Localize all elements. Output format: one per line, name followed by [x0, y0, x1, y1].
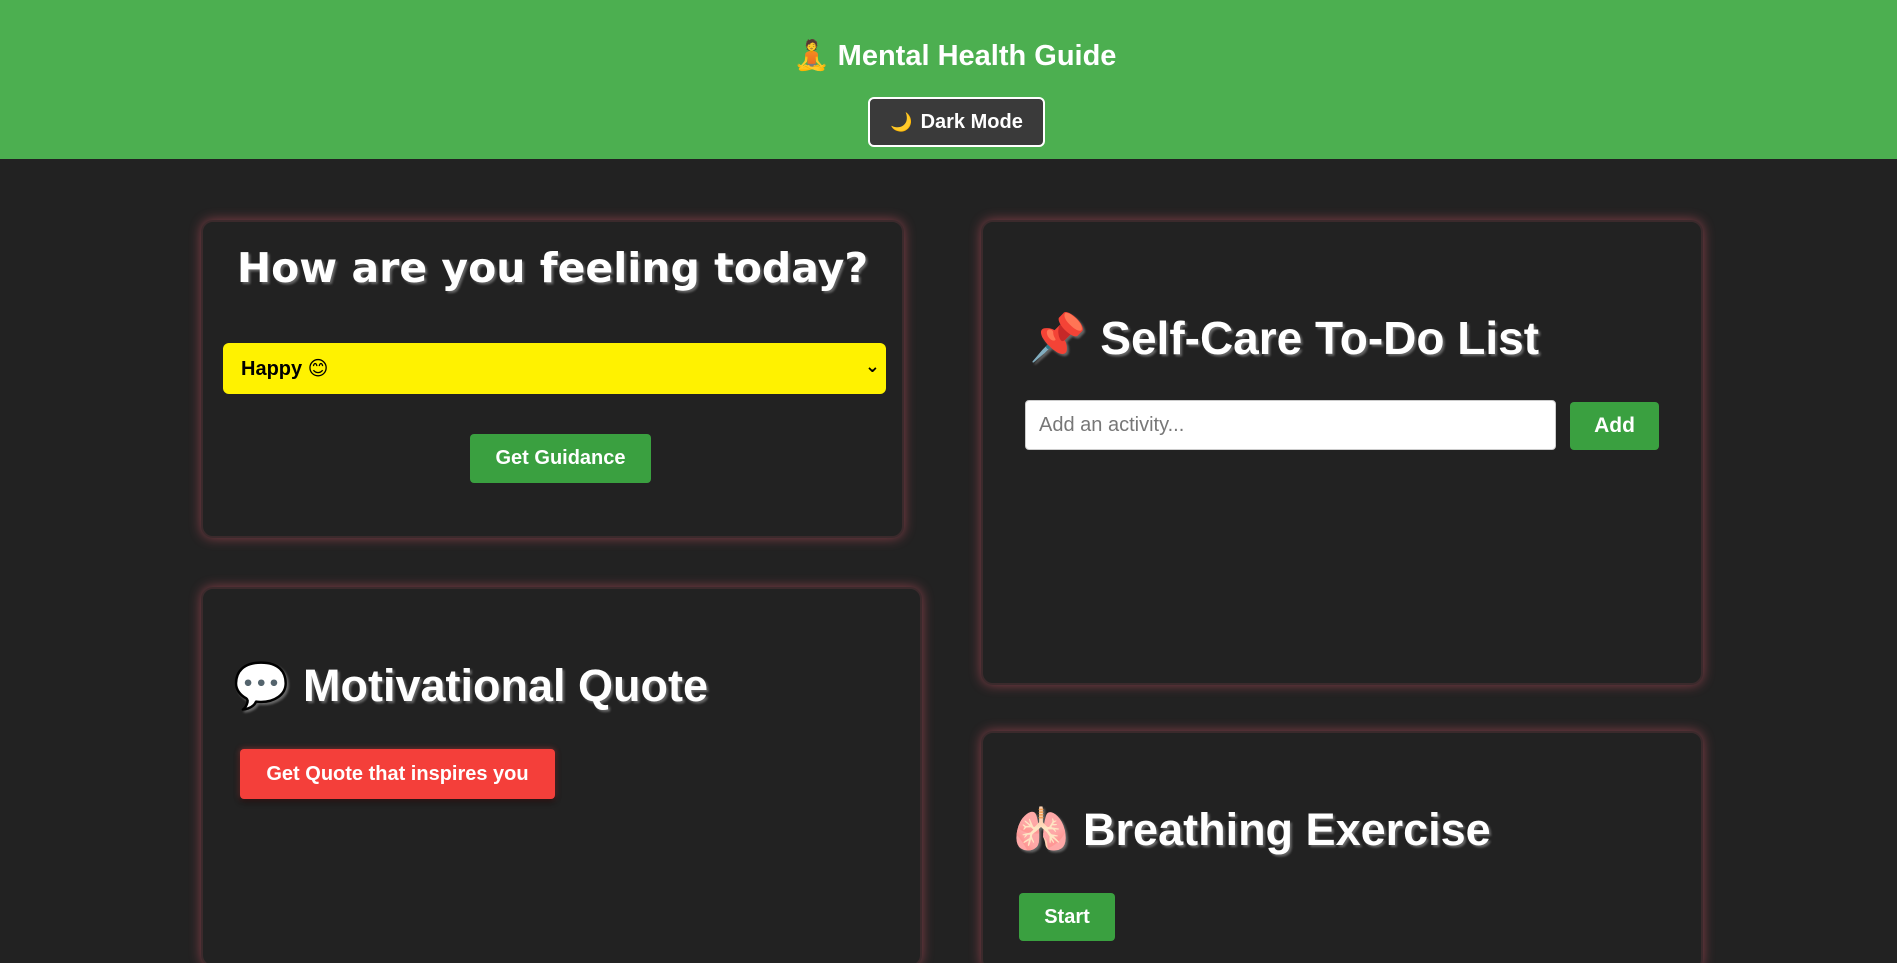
dark-mode-label: Dark Mode [920, 110, 1023, 133]
chevron-down-icon: ⌄ [864, 356, 880, 376]
quote-card: 💬 Motivational Quote Get Quote that insp… [201, 587, 922, 963]
todo-card: 📌 Self-Care To-Do List Add an activity..… [981, 220, 1703, 685]
app-header: 🧘 Mental Health Guide 🌙 Dark Mode [0, 0, 1897, 159]
lungs-icon: 🫁 [1013, 803, 1070, 856]
add-activity-button[interactable]: Add [1570, 402, 1659, 450]
todo-heading: 📌 Self-Care To-Do List [1029, 310, 1539, 365]
mood-heading: How are you feeling today? [236, 244, 869, 292]
breathing-card: 🫁 Breathing Exercise Start [981, 731, 1703, 963]
moon-icon: 🌙 [890, 111, 913, 133]
breathing-heading-text: Breathing Exercise [1083, 803, 1491, 855]
start-breathing-button[interactable]: Start [1019, 893, 1115, 941]
page-title-text: Mental Health Guide [837, 40, 1117, 72]
mood-select[interactable]: Happy 😊 ⌄ [223, 343, 886, 394]
meditation-icon: 🧘 [793, 38, 830, 72]
quote-heading-text: Motivational Quote [303, 659, 709, 711]
todo-heading-text: Self-Care To-Do List [1100, 311, 1540, 364]
activity-input[interactable]: Add an activity... [1025, 400, 1556, 450]
quote-heading: 💬 Motivational Quote [233, 659, 708, 712]
page-title: 🧘 Mental Health Guide [0, 38, 1897, 73]
dark-mode-toggle-button[interactable]: 🌙 Dark Mode [868, 97, 1045, 147]
speech-bubble-icon: 💬 [233, 659, 290, 712]
pushpin-icon: 📌 [1029, 310, 1087, 364]
get-guidance-button[interactable]: Get Guidance [470, 434, 651, 483]
get-quote-button[interactable]: Get Quote that inspires you [240, 749, 555, 799]
mood-card: How are you feeling today? Happy 😊 ⌄ Get… [201, 220, 904, 538]
mood-select-value: Happy 😊 [241, 358, 329, 380]
breathing-heading: 🫁 Breathing Exercise [1013, 803, 1491, 856]
